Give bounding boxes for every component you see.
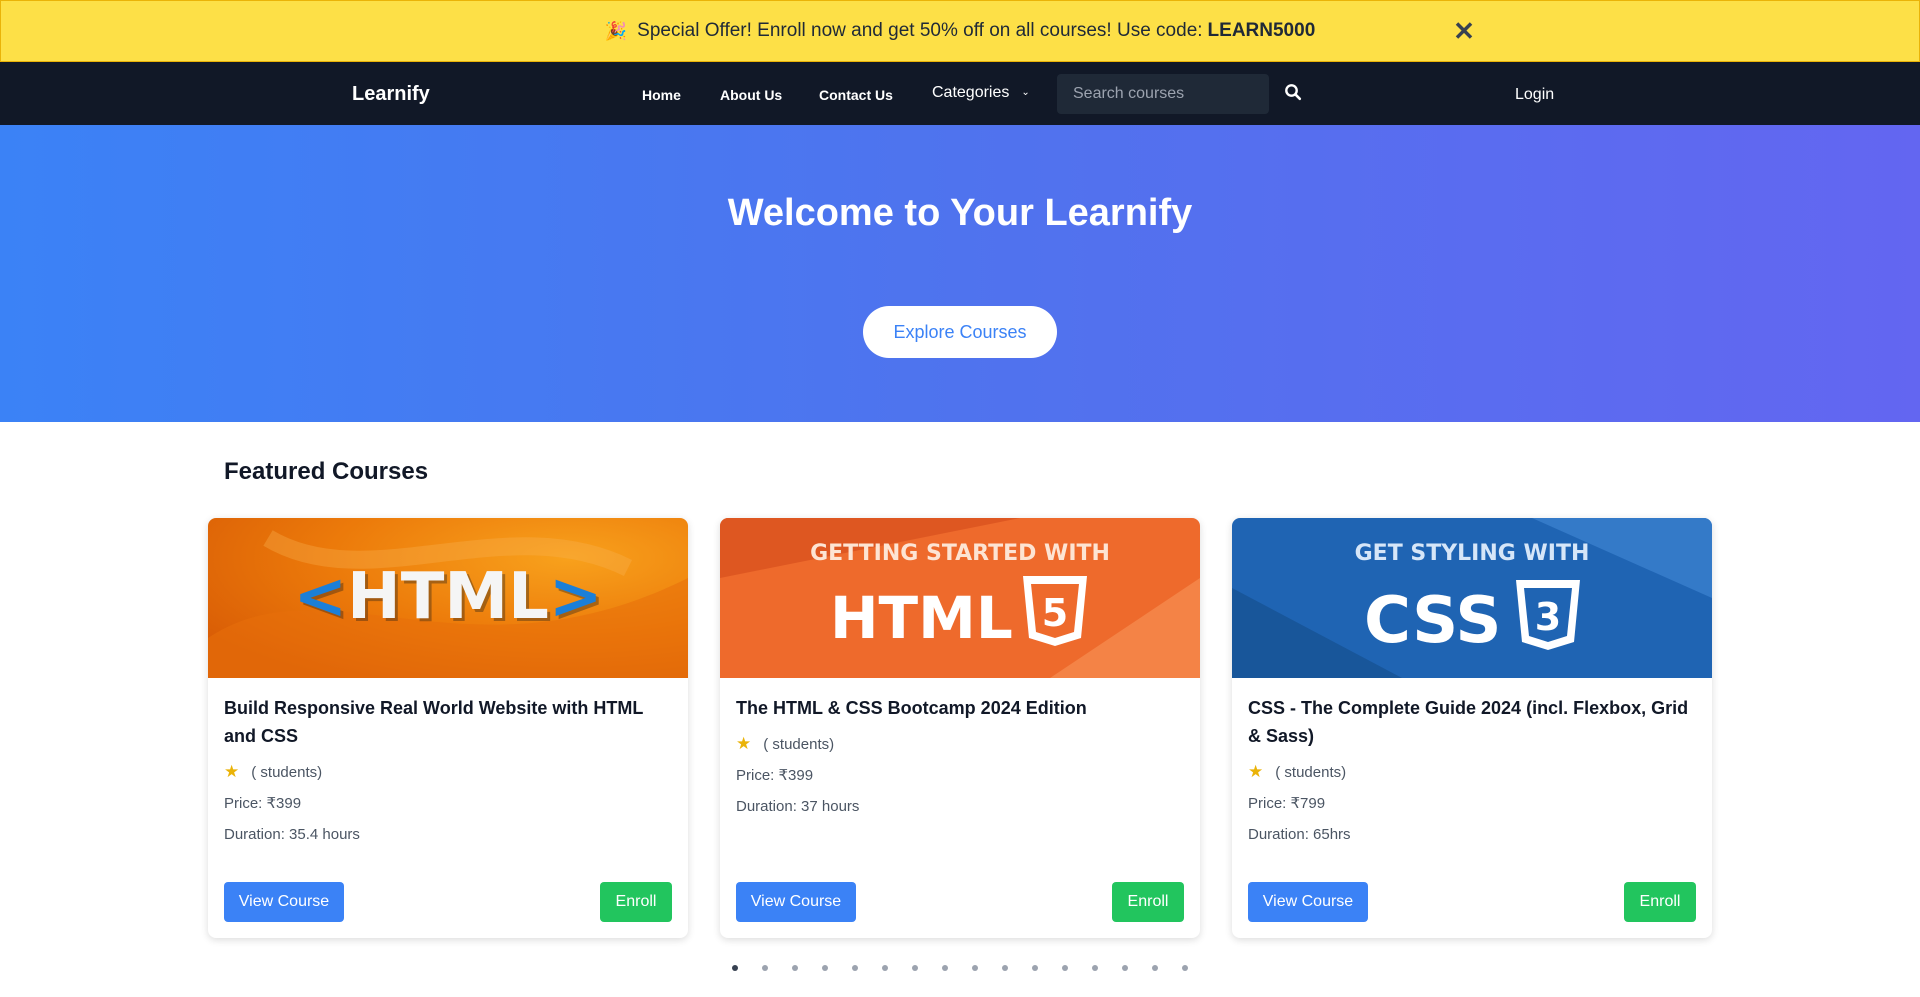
promo-banner: 🎉 Special Offer! Enroll now and get 50% … — [0, 0, 1920, 62]
course-thumbnail[interactable]: GET STYLING WITH CSS 3 — [1232, 518, 1712, 678]
hero-section: Welcome to Your Learnify Explore Courses — [0, 125, 1920, 422]
carousel-dot[interactable] — [882, 965, 888, 971]
course-title[interactable]: CSS - The Complete Guide 2024 (incl. Fle… — [1248, 694, 1696, 750]
carousel-dot[interactable] — [1062, 965, 1068, 971]
nav-link-about-us[interactable]: About Us — [720, 87, 782, 103]
course-image-title: CSS — [1364, 584, 1501, 658]
course-card: GET STYLING WITH CSS 3 CSS - The Complet… — [1232, 518, 1712, 938]
carousel-dot[interactable] — [822, 965, 828, 971]
nav-link-home[interactable]: Home — [642, 87, 681, 103]
course-price: Price: ₹399 — [224, 795, 302, 812]
chevron-down-icon: ⌄ — [1021, 86, 1030, 98]
party-popper-icon: 🎉 — [604, 20, 628, 41]
course-image-subtitle: GET STYLING WITH — [1355, 541, 1590, 566]
course-thumbnail[interactable]: <HTML> <HTML> — [208, 518, 688, 678]
carousel-dot[interactable] — [1092, 965, 1098, 971]
course-title[interactable]: Build Responsive Real World Website with… — [224, 694, 672, 750]
html5-badge-text: 5 — [1042, 591, 1068, 635]
course-price: Price: ₹399 — [736, 767, 814, 784]
course-duration: Duration: 65hrs — [1248, 826, 1351, 843]
css3-badge-text: 3 — [1535, 595, 1561, 639]
course-title[interactable]: The HTML & CSS Bootcamp 2024 Edition — [736, 694, 1184, 722]
rating-text: ( students) — [763, 735, 835, 753]
carousel-dot[interactable] — [792, 965, 798, 971]
course-duration: Duration: 37 hours — [736, 798, 860, 815]
course-image-text: <HTML> — [294, 560, 603, 634]
course-duration: Duration: 35.4 hours — [224, 826, 360, 843]
carousel-dot[interactable] — [1122, 965, 1128, 971]
course-card: GETTING STARTED WITH HTML 5 The HTML & C… — [720, 518, 1200, 938]
categories-label: Categories — [932, 84, 1010, 101]
star-icon: ★ — [224, 762, 240, 781]
view-course-button[interactable]: View Course — [224, 882, 344, 922]
view-course-button[interactable]: View Course — [1248, 882, 1368, 922]
carousel-dot[interactable] — [762, 965, 768, 971]
rating-text: ( students) — [1275, 763, 1347, 781]
login-link[interactable]: Login — [1515, 86, 1554, 104]
hero-title: Welcome to Your Learnify — [727, 192, 1193, 234]
course-card: <HTML> <HTML> Build Responsive Real Worl… — [208, 518, 688, 938]
promo-text: Special Offer! Enroll now and get 50% of… — [637, 20, 1203, 41]
enroll-button[interactable]: Enroll — [1624, 882, 1696, 922]
enroll-button[interactable]: Enroll — [1112, 882, 1184, 922]
carousel-dot[interactable] — [1032, 965, 1038, 971]
carousel-dot[interactable] — [852, 965, 858, 971]
carousel-dot[interactable] — [942, 965, 948, 971]
course-thumbnail[interactable]: GETTING STARTED WITH HTML 5 — [720, 518, 1200, 678]
search-input[interactable] — [1057, 74, 1269, 114]
html5-shield-icon: 5 — [1023, 576, 1087, 646]
css3-shield-icon: 3 — [1516, 580, 1580, 650]
course-image-title: HTML — [830, 584, 1013, 652]
explore-courses-button[interactable]: Explore Courses — [863, 306, 1057, 358]
brand-logo[interactable]: Learnify — [352, 83, 430, 106]
view-course-button[interactable]: View Course — [736, 882, 856, 922]
navbar: Learnify Home About Us Contact Us Catego… — [0, 62, 1920, 125]
carousel-dot[interactable] — [912, 965, 918, 971]
carousel-dot[interactable] — [732, 965, 738, 971]
carousel-pagination — [0, 965, 1920, 973]
section-title: Featured Courses — [224, 458, 429, 485]
search-icon[interactable] — [1284, 83, 1304, 103]
nav-link-contact-us[interactable]: Contact Us — [819, 87, 893, 103]
carousel-dot[interactable] — [1152, 965, 1158, 971]
categories-dropdown[interactable]: Categories ⌄ — [932, 84, 1030, 102]
course-price: Price: ₹799 — [1248, 795, 1326, 812]
course-image-subtitle: GETTING STARTED WITH — [810, 541, 1110, 566]
carousel-dot[interactable] — [972, 965, 978, 971]
course-rating: ★ ( students) — [1248, 762, 1346, 782]
course-rating: ★ ( students) — [736, 734, 834, 754]
course-rating: ★ ( students) — [224, 762, 322, 782]
enroll-button[interactable]: Enroll — [600, 882, 672, 922]
star-icon: ★ — [1248, 762, 1264, 781]
star-icon: ★ — [736, 734, 752, 753]
rating-text: ( students) — [251, 763, 323, 781]
close-icon[interactable]: ✕ — [1451, 16, 1477, 46]
promo-code: LEARN5000 — [1207, 20, 1316, 41]
carousel-dot[interactable] — [1002, 965, 1008, 971]
carousel-dot[interactable] — [1182, 965, 1188, 971]
